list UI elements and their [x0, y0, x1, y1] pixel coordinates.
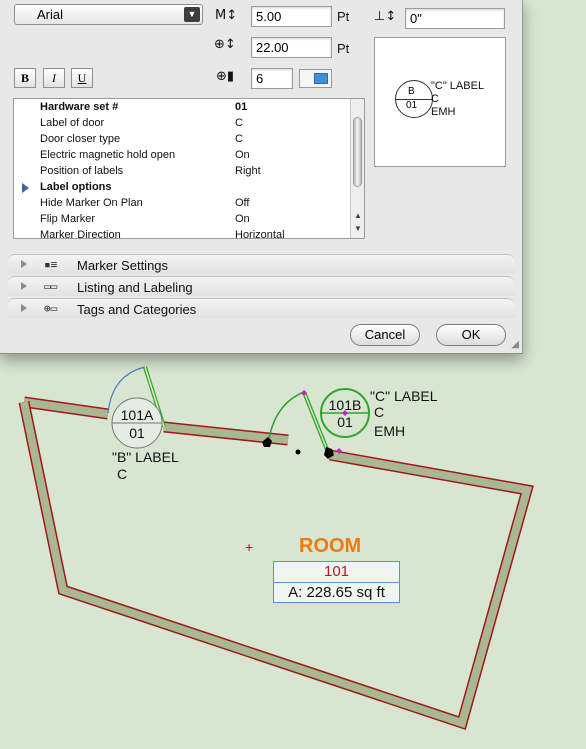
font-family-select[interactable]: Arial ▼: [14, 4, 203, 25]
door-101a-label-line1: "B" LABEL: [112, 449, 179, 465]
panel-expand-triangle-icon[interactable]: [21, 282, 27, 290]
room-walls[interactable]: [18, 396, 534, 731]
cancel-button[interactable]: Cancel: [350, 324, 420, 346]
list-item[interactable]: Hide Marker On Plan Off: [14, 196, 352, 212]
preview-label-line3: EMH: [431, 106, 456, 118]
marker-offset-icon: ⊥↕: [374, 9, 397, 24]
panel-label: Listing and Labeling: [77, 280, 193, 295]
pen-color-swatch[interactable]: [299, 69, 332, 88]
door-101b-label-line3: EMH: [374, 423, 406, 439]
door-marker-settings-dialog: Arial ▼ M↕ 5.00 Pt ⊕↕ 22.00 Pt ⊕▮ 6 ⊥↕ 0…: [0, 0, 523, 354]
listing-labeling-icon: ▭▭: [44, 280, 58, 293]
panel-expand-triangle-icon[interactable]: [21, 260, 27, 268]
marker-offset-field[interactable]: 0": [405, 8, 505, 29]
room-number: 101: [274, 563, 399, 583]
panel-tags-and-categories[interactable]: ⊕▭ Tags and Categories: [7, 298, 515, 318]
door-101b-id: 101B: [328, 397, 362, 413]
scrollbar-thumb[interactable]: [353, 117, 362, 187]
preview-marker-top: B: [408, 86, 415, 97]
door-101a-set: 01: [129, 425, 145, 441]
list-item[interactable]: Door closer type C: [14, 132, 352, 148]
leading-icon: ⊕↕: [214, 37, 236, 52]
marker-preview: B 01 "C" LABEL C EMH: [374, 37, 506, 167]
room-stamp[interactable]: 101 A: 228.65 sq ft: [273, 561, 400, 603]
list-item[interactable]: Label of door C: [14, 116, 352, 132]
list-item[interactable]: Position of labels Right: [14, 164, 352, 180]
list-group-label-options[interactable]: Label options: [14, 180, 352, 196]
marker-settings-icon: ▪≡: [44, 258, 58, 271]
panel-marker-settings[interactable]: ▪≡ Marker Settings: [7, 254, 515, 274]
tags-categories-icon: ⊕▭: [44, 302, 58, 315]
door-101b-label-line1: "C" LABEL: [370, 388, 438, 404]
door-101a-label-line2: C: [117, 466, 128, 482]
pen-number-field[interactable]: 6: [251, 68, 293, 89]
ok-button[interactable]: OK: [436, 324, 506, 346]
parameter-list[interactable]: Hardware set #01 Label of door C Door clo…: [13, 98, 365, 239]
pen-icon: ⊕▮: [216, 69, 235, 84]
scroll-up-arrow-icon[interactable]: ▲: [354, 211, 362, 220]
door-101b-set: 01: [337, 414, 353, 430]
panel-expand-triangle-icon[interactable]: [21, 304, 27, 312]
list-scrollbar[interactable]: ▲ ▼: [350, 99, 364, 238]
door-101a-id: 101A: [120, 407, 154, 423]
text-size-field[interactable]: 5.00: [251, 6, 332, 27]
bold-button[interactable]: B: [14, 68, 36, 88]
dropdown-arrow-icon[interactable]: ▼: [184, 7, 200, 22]
list-item[interactable]: Electric magnetic hold open On: [14, 148, 352, 164]
list-item[interactable]: Hardware set #01: [14, 100, 352, 116]
underline-button[interactable]: U: [71, 68, 93, 88]
disclosure-triangle-icon[interactable]: [22, 183, 29, 193]
scroll-down-arrow-icon[interactable]: ▼: [354, 224, 362, 233]
list-item[interactable]: Flip Marker On: [14, 212, 352, 228]
panel-label: Tags and Categories: [77, 302, 197, 317]
panel-label: Marker Settings: [77, 258, 169, 273]
door-101b-selection-dot: [295, 449, 301, 455]
room-name[interactable]: ROOM: [299, 535, 361, 558]
door-101b-label-line2: C: [374, 404, 385, 420]
list-item[interactable]: Marker Direction Horizontal: [14, 228, 352, 238]
leading-unit: Pt: [337, 41, 350, 56]
italic-button[interactable]: I: [43, 68, 65, 88]
text-size-icon: M↕: [215, 8, 238, 23]
preview-label-line2: C: [431, 93, 439, 105]
room-area: A: 228.65 sq ft: [288, 584, 385, 601]
preview-marker-bottom: 01: [406, 100, 418, 111]
preview-marker-circle: B 01: [395, 80, 433, 118]
panel-listing-and-labeling[interactable]: ▭▭ Listing and Labeling: [7, 276, 515, 296]
room-origin-cross-icon: +: [245, 539, 254, 555]
font-family-value: Arial: [37, 7, 64, 22]
pen-color-chip: [314, 73, 328, 84]
resize-grip-icon[interactable]: ◢: [511, 339, 519, 350]
text-size-unit: Pt: [337, 9, 350, 24]
preview-label-line1: "C" LABEL: [431, 80, 485, 92]
leading-field[interactable]: 22.00: [251, 37, 332, 58]
